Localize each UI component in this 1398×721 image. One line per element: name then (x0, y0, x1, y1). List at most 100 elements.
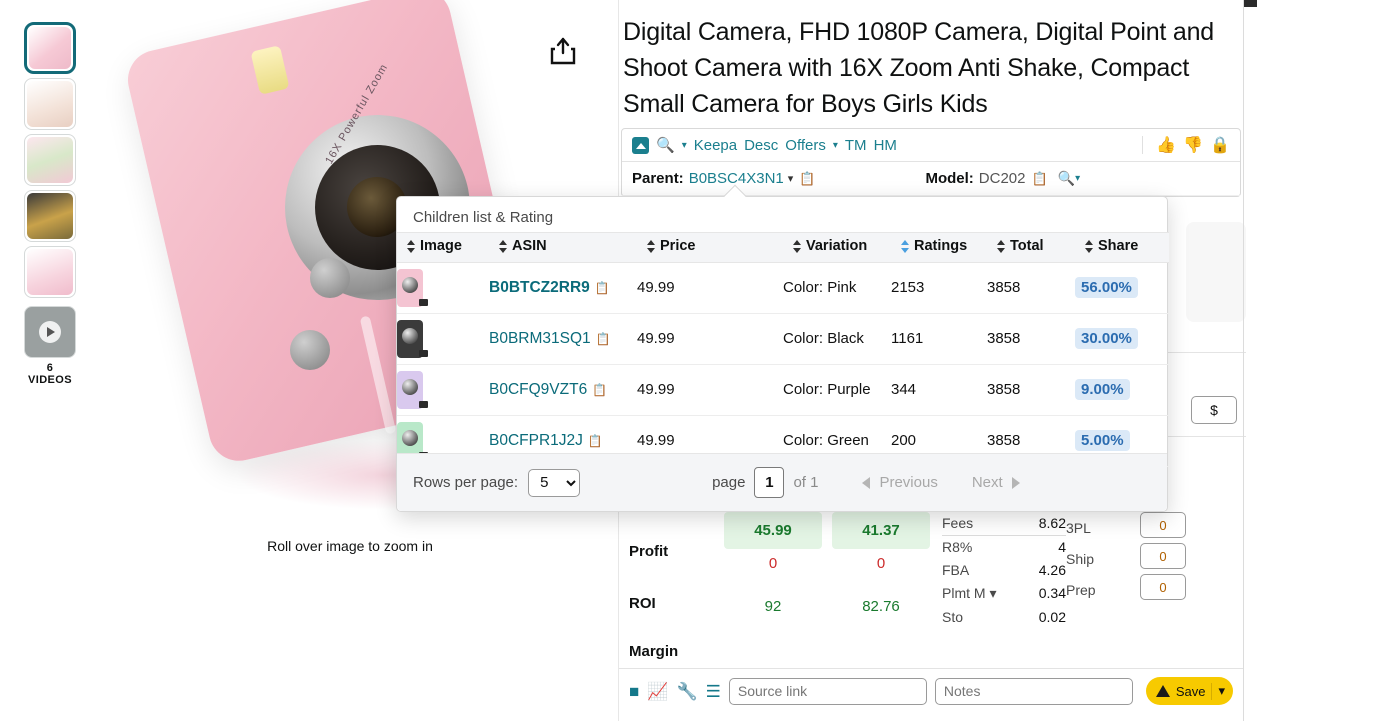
page-root: 6 VIDEOS 16X Powerful Zoom 44.0 MEGA PIX… (0, 0, 1398, 721)
source-link-input[interactable]: Source link (729, 678, 927, 705)
thumb-2-lifestyle[interactable] (24, 78, 76, 130)
cell-price: 49.99 (637, 262, 783, 313)
asin-link[interactable]: B0CFQ9VZT6 (489, 381, 587, 398)
fee-label: R8% (942, 539, 972, 555)
thumbnail-image (27, 81, 73, 127)
offers-chevron-down-icon[interactable]: ▾ (833, 140, 838, 151)
fee-label[interactable]: Plmt M ▾ (942, 585, 996, 602)
thumb-4-features[interactable] (24, 190, 76, 242)
column-header-share[interactable]: Share (1075, 233, 1169, 263)
copy-icon[interactable]: 📋 (592, 383, 607, 397)
fees-column: Fees8.62R8%4FBA4.26Plmt M ▾0.34Sto0.02 (934, 512, 1066, 660)
asin-link[interactable]: B0CFPR1J2J (489, 432, 583, 449)
tab-keepa[interactable]: Keepa (694, 137, 737, 154)
metric-values-column: 45.99 41.37 0 0 92 82.76 (724, 512, 934, 660)
model-chevron-down-icon[interactable]: ▾ (1075, 173, 1080, 184)
share-icon[interactable] (549, 36, 577, 66)
fee-row-r8-: R8%4 (942, 536, 1066, 559)
save-button-label: Save (1176, 684, 1206, 699)
save-divider (1211, 683, 1212, 700)
thumb-5-colors[interactable] (24, 246, 76, 298)
parent-copy-icon[interactable]: 📋 (799, 171, 815, 187)
tab-offers[interactable]: Offers (785, 137, 826, 154)
column-header-label: Variation (806, 238, 867, 254)
extension-inner-card: 🔍 ▾ Keepa Desc Offers ▾ TM HM 👍 👎 🔒 Pare… (621, 128, 1241, 197)
misc-input-prep[interactable]: 0 (1140, 574, 1186, 600)
table-row[interactable]: B0BRM31SQ1📋49.99Color: Black1161385830.0… (397, 313, 1169, 364)
wrench-icon[interactable]: 🔧 (676, 683, 697, 700)
panel-icon[interactable]: ■ (629, 683, 639, 700)
thumb-display (419, 401, 428, 408)
camera-knob-bottom (290, 330, 330, 370)
asin-link[interactable]: B0BTCZ2RR9 (489, 279, 590, 296)
parent-chevron-down-icon[interactable]: ▾ (788, 172, 794, 185)
keepa-logo-icon[interactable] (632, 137, 649, 154)
misc-input-ship[interactable]: 0 (1140, 543, 1186, 569)
page-number-input[interactable]: 1 (754, 467, 784, 498)
thumb-lens (402, 277, 418, 293)
thumb-3-collage[interactable] (24, 134, 76, 186)
column-header-ratings[interactable]: Ratings (891, 233, 987, 263)
column-header-image[interactable]: Image (397, 233, 489, 263)
cell-ratings: 344 (891, 364, 987, 415)
google-drive-icon (1156, 685, 1170, 697)
search-icon[interactable]: 🔍 (656, 136, 675, 154)
notes-input[interactable]: Notes (935, 678, 1133, 705)
rows-per-page-select[interactable]: 5102550 (528, 469, 580, 497)
tab-desc[interactable]: Desc (744, 137, 778, 154)
thumb-lens (402, 328, 418, 344)
thumbs-down-icon[interactable]: 👎 (1183, 135, 1203, 155)
margin-values-row: 92 82.76 (724, 592, 934, 621)
copy-icon[interactable]: 📋 (596, 332, 611, 346)
lock-icon[interactable]: 🔒 (1210, 135, 1230, 155)
save-chevron-down-icon[interactable]: ▾ (1218, 683, 1225, 699)
model-copy-icon[interactable]: 📋 (1032, 171, 1048, 187)
variation-thumbnail (397, 371, 423, 409)
sort-arrows-icon (997, 240, 1006, 253)
column-header-total[interactable]: Total (987, 233, 1075, 263)
previous-page-button[interactable]: Previous (862, 474, 937, 491)
cell-total: 3858 (987, 262, 1075, 313)
play-icon (39, 321, 61, 343)
thumb-1-camera-pink[interactable] (24, 22, 76, 74)
currency-input[interactable]: $ (1191, 396, 1237, 424)
fee-row-fba: FBA4.26 (942, 559, 1066, 582)
table-row[interactable]: B0BTCZ2RR9📋49.99Color: Pink2153385856.00… (397, 262, 1169, 313)
thumbnail-image (27, 193, 73, 239)
save-button[interactable]: Save ▾ (1146, 677, 1233, 705)
column-header-asin[interactable]: ASIN (489, 233, 637, 263)
cell-total: 3858 (987, 313, 1075, 364)
thumbs-up-icon[interactable]: 👍 (1156, 135, 1176, 155)
copy-icon[interactable]: 📋 (588, 434, 603, 448)
share-badge: 9.00% (1075, 379, 1130, 400)
extension-bottom-bar: ■ 📈 🔧 ☰ Source link Notes Save ▾ (619, 668, 1243, 713)
roi-value-b: 0 (832, 549, 930, 578)
fee-label: Sto (942, 609, 963, 625)
video-thumbnail[interactable] (24, 306, 76, 358)
misc-input-3pl[interactable]: 0 (1140, 512, 1186, 538)
occluded-divider-2 (1164, 436, 1246, 437)
tab-hm[interactable]: HM (874, 137, 897, 154)
column-header-label: Ratings (914, 238, 967, 254)
chart-icon[interactable]: 📈 (647, 683, 668, 700)
column-header-price[interactable]: Price (637, 233, 783, 263)
next-page-button[interactable]: Next (972, 474, 1020, 491)
tab-tm[interactable]: TM (845, 137, 867, 154)
thumbnail-image (29, 27, 71, 69)
column-header-variation[interactable]: Variation (783, 233, 891, 263)
model-search-icon[interactable]: 🔍 (1058, 170, 1075, 187)
parent-asin-value[interactable]: B0BSC4X3N1 (689, 170, 784, 187)
children-table-header-row: ImageASINPrice Variation Ratings Total Share (397, 233, 1169, 263)
table-row[interactable]: B0CFQ9VZT6📋49.99Color: Purple34438589.00… (397, 364, 1169, 415)
page-right-divider (1243, 0, 1244, 721)
cell-image (397, 364, 489, 415)
occluded-chart-placeholder (1186, 222, 1246, 322)
cell-image (397, 262, 489, 313)
copy-icon[interactable]: 📋 (595, 281, 610, 295)
list-icon[interactable]: ☰ (706, 683, 721, 700)
asin-link[interactable]: B0BRM31SQ1 (489, 330, 591, 347)
nav-fragment-3 (1243, 0, 1257, 7)
column-header-label: Total (1010, 238, 1044, 254)
search-chevron-down-icon[interactable]: ▾ (682, 140, 687, 151)
thumb-display (419, 299, 428, 306)
